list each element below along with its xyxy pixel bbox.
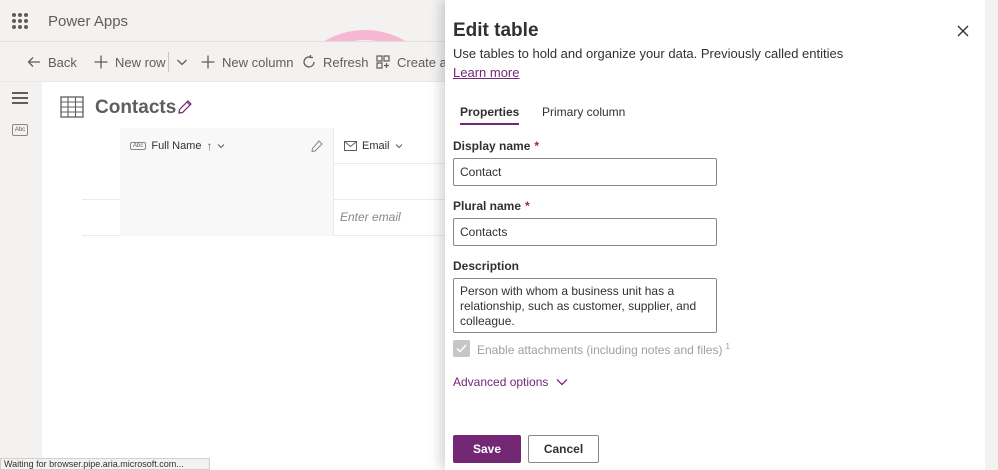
edit-pencil-icon[interactable] <box>177 99 193 115</box>
plural-name-label-text: Plural name <box>453 199 522 213</box>
email-cell-placeholder[interactable]: Enter email <box>340 210 401 224</box>
column-label-email: Email <box>362 140 390 152</box>
main-content: Contacts Abc Full Name ↑ Email Enter ema… <box>42 82 452 470</box>
column-label-full-name: Full Name <box>151 140 202 152</box>
create-app-button[interactable]: Create ar <box>375 42 451 82</box>
edit-column-icon[interactable] <box>310 139 324 153</box>
required-indicator: * <box>534 139 540 153</box>
chevron-down-icon <box>218 144 225 149</box>
plus-icon <box>201 55 215 69</box>
close-icon <box>957 25 969 37</box>
refresh-icon <box>303 55 315 68</box>
new-column-button[interactable]: New column <box>200 42 294 82</box>
edit-table-panel: Edit table Use tables to hold and organi… <box>445 0 985 470</box>
plural-name-input[interactable] <box>453 218 717 246</box>
table-icon <box>60 96 84 118</box>
back-arrow-icon <box>27 57 40 67</box>
enable-attachments-label-text: Enable attachments (including notes and … <box>477 343 723 357</box>
chevron-down-icon <box>556 379 568 386</box>
full-name-cell[interactable] <box>120 200 334 236</box>
refresh-button[interactable]: Refresh <box>301 42 369 82</box>
learn-more-link[interactable]: Learn more <box>453 65 519 80</box>
required-indicator: * <box>525 199 530 213</box>
rainbow-decoration-icon <box>324 30 406 41</box>
column-header-full-name[interactable]: Abc Full Name ↑ <box>120 128 334 164</box>
panel-description: Use tables to hold and organize your dat… <box>453 46 844 61</box>
new-row-button[interactable]: New row <box>93 42 166 82</box>
left-nav: Abc <box>0 82 42 470</box>
advanced-options-toggle[interactable]: Advanced options <box>453 375 568 389</box>
close-button[interactable] <box>952 20 974 42</box>
table-row[interactable] <box>82 164 452 200</box>
save-button[interactable]: Save <box>453 435 521 463</box>
browser-status-bar: Waiting for browser.pipe.aria.microsoft.… <box>0 458 210 470</box>
tab-primary-column[interactable]: Primary column <box>542 105 625 123</box>
app-launcher-icon[interactable] <box>12 13 28 29</box>
plural-name-label: Plural name * <box>453 199 530 213</box>
chevron-down-icon <box>177 59 187 66</box>
checkmark-icon <box>456 344 467 353</box>
app-title: Power Apps <box>48 13 129 30</box>
new-row-dropdown-button[interactable] <box>174 42 190 82</box>
display-name-input[interactable] <box>453 158 717 186</box>
mail-icon <box>344 141 357 151</box>
new-column-label: New column <box>222 54 294 70</box>
chevron-down-icon <box>395 144 402 149</box>
sort-ascending-icon: ↑ <box>206 139 213 153</box>
grid-header: Abc Full Name ↑ Email <box>120 128 452 164</box>
advanced-options-label: Advanced options <box>453 375 549 389</box>
command-divider <box>168 52 169 72</box>
description-textarea[interactable]: Person with whom a business unit has a r… <box>453 278 717 333</box>
new-row-label: New row <box>115 54 166 70</box>
plus-icon <box>94 55 108 69</box>
display-name-label: Display name * <box>453 139 539 153</box>
enable-attachments-checkbox[interactable] <box>453 340 470 357</box>
enable-attachments-label: Enable attachments (including notes and … <box>477 342 730 357</box>
app-grid-icon <box>376 55 390 69</box>
refresh-label: Refresh <box>323 54 369 70</box>
tab-properties[interactable]: Properties <box>460 105 520 125</box>
panel-title: Edit table <box>453 20 539 41</box>
create-app-label: Create ar <box>397 54 452 70</box>
page-title: Contacts <box>95 97 177 118</box>
vertical-scrollbar[interactable] <box>985 0 998 470</box>
full-name-cell[interactable] <box>120 164 334 200</box>
back-label: Back <box>48 54 77 70</box>
display-name-label-text: Display name <box>453 139 531 153</box>
hamburger-icon[interactable] <box>12 92 28 104</box>
table-row[interactable]: Enter email <box>82 200 452 236</box>
cancel-button[interactable]: Cancel <box>528 435 599 463</box>
info-superscript: 1 <box>725 342 730 351</box>
text-field-icon: Abc <box>130 142 147 150</box>
back-button[interactable]: Back <box>26 42 77 82</box>
text-field-icon[interactable]: Abc <box>12 124 28 136</box>
column-header-email[interactable]: Email <box>334 128 452 164</box>
description-label: Description <box>453 259 520 273</box>
